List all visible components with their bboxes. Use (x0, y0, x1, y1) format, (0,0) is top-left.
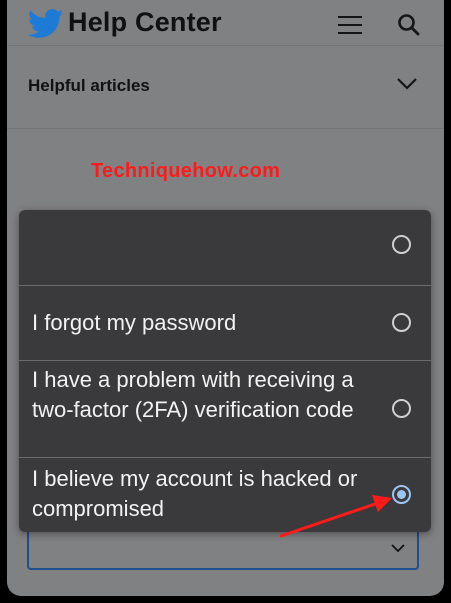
chevron-down-icon[interactable] (396, 76, 418, 92)
twitter-bird-icon[interactable] (27, 9, 65, 39)
helpful-articles-row[interactable]: Helpful articles (7, 45, 444, 129)
option-2fa-problem[interactable]: I have a problem with receiving a two-fa… (19, 361, 431, 458)
chevron-down-icon (391, 544, 405, 553)
options-picker: I forgot my password I have a problem wi… (19, 210, 431, 532)
option-empty[interactable] (19, 210, 431, 286)
hamburger-menu-icon[interactable] (338, 14, 362, 36)
radio-unchecked-icon[interactable] (392, 235, 411, 254)
search-icon[interactable] (396, 12, 422, 38)
option-forgot-password[interactable]: I forgot my password (19, 286, 431, 361)
helpful-articles-label: Helpful articles (28, 76, 150, 95)
radio-unchecked-icon[interactable] (392, 399, 411, 418)
option-label: I have a problem with receiving a two-fa… (32, 367, 354, 422)
option-label: I believe my account is hacked or compro… (32, 466, 358, 521)
help-center-page: Help Center Helpful articles Techniqueho… (7, 0, 444, 596)
option-label: I forgot my password (32, 310, 237, 335)
brand-title[interactable]: Help Center (68, 7, 222, 38)
form-select[interactable] (27, 528, 419, 570)
watermark: Techniquehow.com (91, 160, 281, 182)
option-account-hacked[interactable]: I believe my account is hacked or compro… (19, 458, 431, 532)
header: Help Center (7, 0, 444, 45)
radio-unchecked-icon[interactable] (392, 313, 411, 332)
radio-checked-icon[interactable] (392, 485, 411, 504)
